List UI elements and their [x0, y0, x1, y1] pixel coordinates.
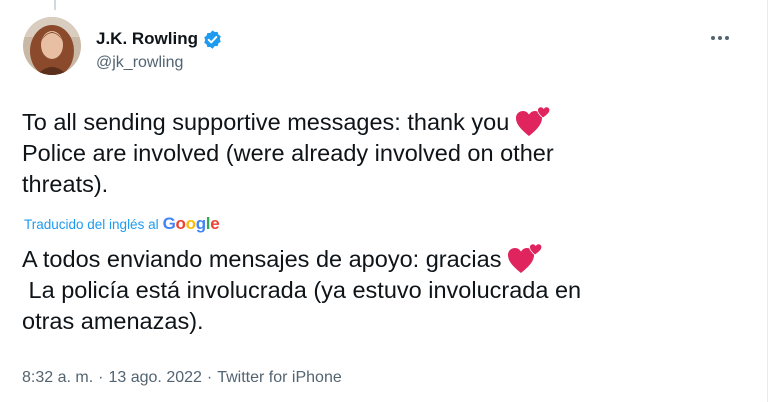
- two-hearts-icon: [515, 106, 551, 138]
- google-logo: Google: [163, 214, 220, 234]
- separator-dot: ·: [206, 369, 213, 386]
- two-hearts-icon: [507, 243, 543, 275]
- tweet-text-segment: To all sending supportive messages: than…: [22, 109, 510, 135]
- user-handle[interactable]: @jk_rowling: [96, 54, 183, 72]
- tweet-text-line: threats).: [22, 171, 109, 197]
- google-letter: g: [195, 214, 206, 233]
- tweet-metadata: 8:32 a. m. · 13 ago. 2022 · Twitter for …: [22, 369, 342, 387]
- tweet-text-line: To all sending supportive messages: than…: [22, 106, 722, 138]
- tweet-date[interactable]: 13 ago. 2022: [108, 369, 201, 387]
- more-dot: [711, 36, 715, 40]
- more-dot: [725, 36, 729, 40]
- tweet-translated-text: A todos enviando mensajes de apoyo: grac…: [22, 243, 722, 337]
- translation-attribution[interactable]: Traducido del inglés al Google: [24, 213, 220, 235]
- profile-photo: [23, 17, 81, 75]
- tweet-text-line: Police are involved (were already involv…: [22, 140, 554, 166]
- author-name-row[interactable]: J.K. Rowling: [96, 28, 223, 50]
- tweet-original-text: To all sending supportive messages: than…: [22, 106, 722, 200]
- translated-from-label[interactable]: Traducido del inglés al: [24, 217, 159, 232]
- tweet-text-line: La policía está involucrada (ya estuvo i…: [22, 277, 582, 303]
- thread-connector-line: [54, 0, 56, 10]
- tweet-text-line: otras amenazas).: [22, 308, 204, 334]
- google-letter: e: [210, 214, 220, 233]
- google-letter: G: [162, 214, 176, 233]
- separator-dot: ·: [98, 369, 104, 386]
- avatar[interactable]: [23, 17, 81, 75]
- more-dot: [718, 36, 722, 40]
- tweet-source[interactable]: Twitter for iPhone: [217, 369, 342, 387]
- more-horizontal-icon[interactable]: [706, 28, 734, 48]
- tweet-time[interactable]: 8:32 a. m.: [22, 369, 93, 387]
- google-letter: o: [175, 214, 186, 233]
- verified-badge-icon: [202, 29, 223, 50]
- display-name[interactable]: J.K. Rowling: [96, 29, 198, 49]
- google-letter: o: [185, 214, 196, 233]
- tweet-text-line: A todos enviando mensajes de apoyo: grac…: [22, 243, 722, 275]
- tweet-text-segment: A todos enviando mensajes de apoyo: grac…: [22, 246, 502, 272]
